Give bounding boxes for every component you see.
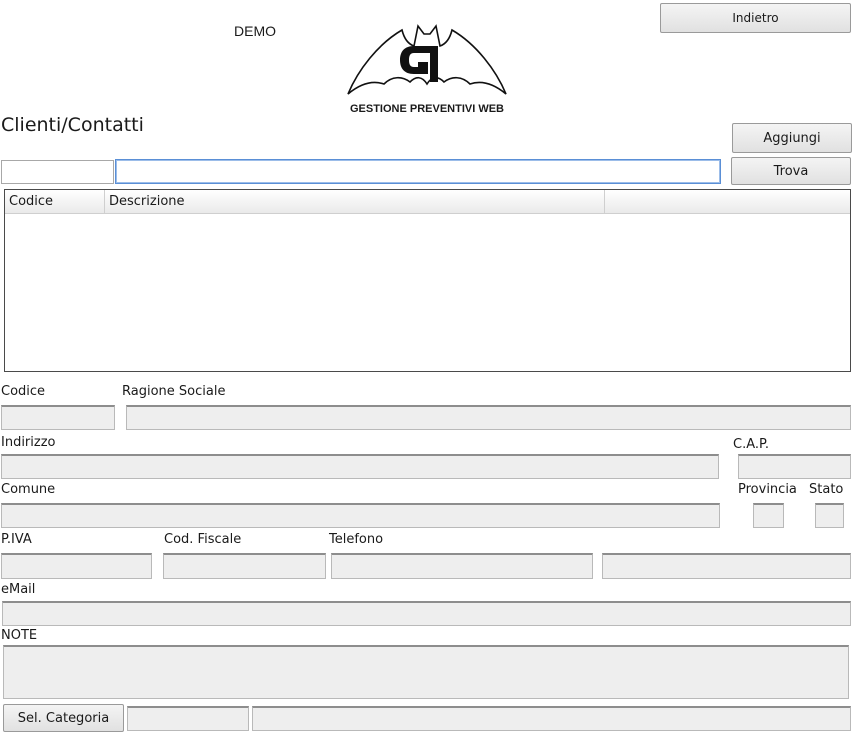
logo-caption: GESTIONE PREVENTIVI WEB [349,103,505,115]
column-header-extra[interactable] [605,190,850,214]
find-button[interactable]: Trova [731,157,851,185]
search-code-input[interactable] [1,160,114,184]
stato-label: Stato [809,482,844,497]
telefono-2-field[interactable] [602,553,851,579]
cap-label: C.A.P. [733,437,769,452]
bat-logo-icon [347,24,507,95]
search-text-input[interactable] [115,159,721,184]
sel-categoria-button[interactable]: Sel. Categoria [3,704,124,732]
cod-fiscale-field[interactable] [163,553,326,579]
stato-field[interactable] [815,503,844,528]
cap-field[interactable] [738,454,851,479]
provincia-field[interactable] [753,503,784,528]
column-header-codice[interactable]: Codice [5,190,105,214]
categoria-code-field[interactable] [127,706,249,731]
page-title: Clienti/Contatti [1,114,144,136]
email-field[interactable] [2,601,851,626]
column-header-descrizione[interactable]: Descrizione [105,190,605,214]
ragione-sociale-field[interactable] [126,405,851,430]
results-grid[interactable]: Codice Descrizione [4,189,851,372]
demo-label: DEMO [234,23,276,39]
telefono-label: Telefono [329,532,384,547]
note-field[interactable] [3,645,849,699]
provincia-label: Provincia [738,482,797,497]
piva-label: P.IVA [1,532,32,547]
codice-label: Codice [1,384,46,399]
app-logo: GESTIONE PREVENTIVI WEB [344,20,510,120]
back-button[interactable]: Indietro [660,3,851,33]
categoria-desc-field[interactable] [252,706,851,731]
comune-field[interactable] [1,503,720,528]
indirizzo-label: Indirizzo [1,435,56,450]
telefono-field[interactable] [331,553,593,579]
note-label: NOTE [1,628,38,643]
indirizzo-field[interactable] [1,454,719,479]
comune-label: Comune [1,482,56,497]
cod-fiscale-label: Cod. Fiscale [164,532,242,547]
add-button[interactable]: Aggiungi [732,123,852,153]
email-label: eMail [1,582,36,597]
codice-field[interactable] [1,405,115,430]
piva-field[interactable] [1,553,152,579]
ragione-sociale-label: Ragione Sociale [122,384,226,399]
